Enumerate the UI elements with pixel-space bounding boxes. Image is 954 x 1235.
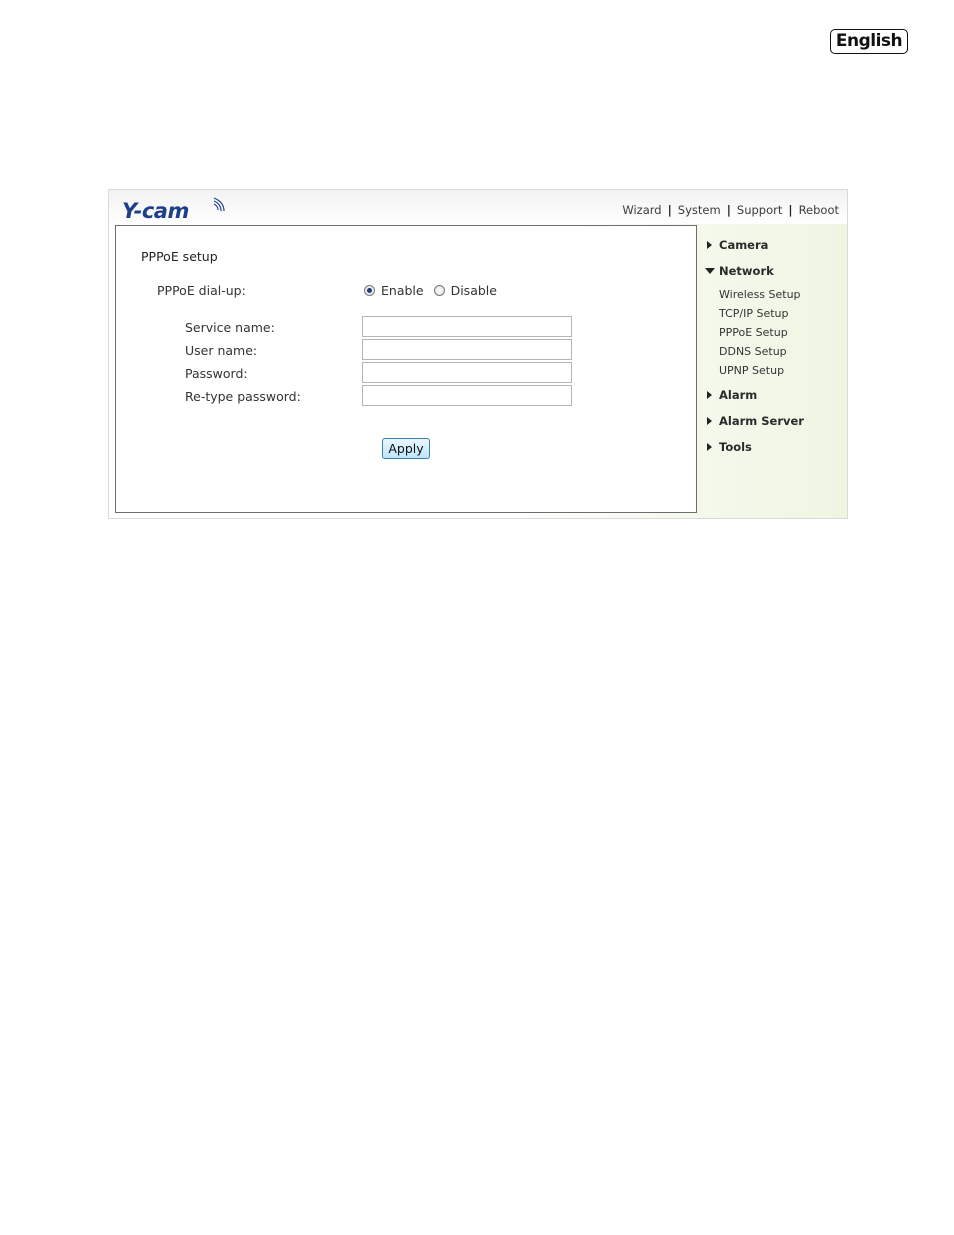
enable-label[interactable]: Enable bbox=[381, 283, 424, 298]
disable-label[interactable]: Disable bbox=[451, 283, 497, 298]
sidebar-item-label: Tools bbox=[719, 440, 752, 454]
password-label: Password: bbox=[185, 366, 248, 381]
user-name-label: User name: bbox=[185, 343, 258, 358]
user-name-input[interactable] bbox=[362, 339, 572, 360]
sidebar-subitem-upnp-setup[interactable]: UPNP Setup bbox=[719, 364, 784, 377]
sidebar-item-network[interactable]: Network bbox=[705, 264, 774, 278]
nav-separator: | bbox=[667, 203, 672, 217]
enable-radio[interactable] bbox=[364, 285, 375, 296]
sidebar-item-alarm[interactable]: Alarm bbox=[705, 388, 757, 402]
sidebar-subitem-wireless-setup[interactable]: Wireless Setup bbox=[719, 288, 801, 301]
pppoe-form-panel: PPPoE setup PPPoE dial-up: Enable Disabl… bbox=[115, 225, 697, 513]
language-badge: English bbox=[830, 29, 908, 54]
caret-right-icon bbox=[707, 417, 712, 425]
sidebar-menu: Camera Network Wireless Setup TCP/IP Set… bbox=[705, 190, 845, 518]
sidebar-item-tools[interactable]: Tools bbox=[705, 440, 752, 454]
sidebar-subitem-tcpip-setup[interactable]: TCP/IP Setup bbox=[719, 307, 789, 320]
password-input[interactable] bbox=[362, 362, 572, 383]
caret-right-icon bbox=[707, 443, 712, 451]
sidebar-item-label: Camera bbox=[719, 238, 769, 252]
apply-button[interactable]: Apply bbox=[382, 438, 430, 459]
sidebar-item-label: Alarm Server bbox=[719, 414, 804, 428]
section-title: PPPoE setup bbox=[141, 249, 218, 264]
caret-right-icon bbox=[707, 241, 712, 249]
disable-radio[interactable] bbox=[433, 285, 445, 296]
dialup-radio-group: Enable Disable bbox=[364, 283, 507, 298]
sidebar-item-label: Alarm bbox=[719, 388, 758, 402]
logo-text: Y-cam bbox=[122, 199, 189, 223]
sidebar-item-camera[interactable]: Camera bbox=[705, 238, 768, 252]
service-name-label: Service name: bbox=[185, 320, 275, 335]
retype-password-input[interactable] bbox=[362, 385, 572, 406]
nav-wizard[interactable]: Wizard bbox=[622, 203, 661, 217]
sidebar-item-alarm-server[interactable]: Alarm Server bbox=[705, 414, 804, 428]
retype-password-label: Re-type password: bbox=[185, 389, 301, 404]
sidebar-subitem-pppoe-setup[interactable]: PPPoE Setup bbox=[719, 326, 788, 339]
dialup-label: PPPoE dial-up: bbox=[157, 283, 246, 298]
camera-admin-window: Y-cam Wizard | System | Support | Reboot PPPoE… bbox=[108, 189, 848, 519]
sidebar-subitem-ddns-setup[interactable]: DDNS Setup bbox=[719, 345, 787, 358]
caret-down-icon bbox=[705, 268, 715, 274]
service-name-input[interactable] bbox=[362, 316, 572, 337]
caret-right-icon bbox=[707, 391, 712, 399]
y-cam-logo: Y-cam bbox=[122, 197, 225, 223]
sidebar-item-label: Network bbox=[719, 264, 774, 278]
